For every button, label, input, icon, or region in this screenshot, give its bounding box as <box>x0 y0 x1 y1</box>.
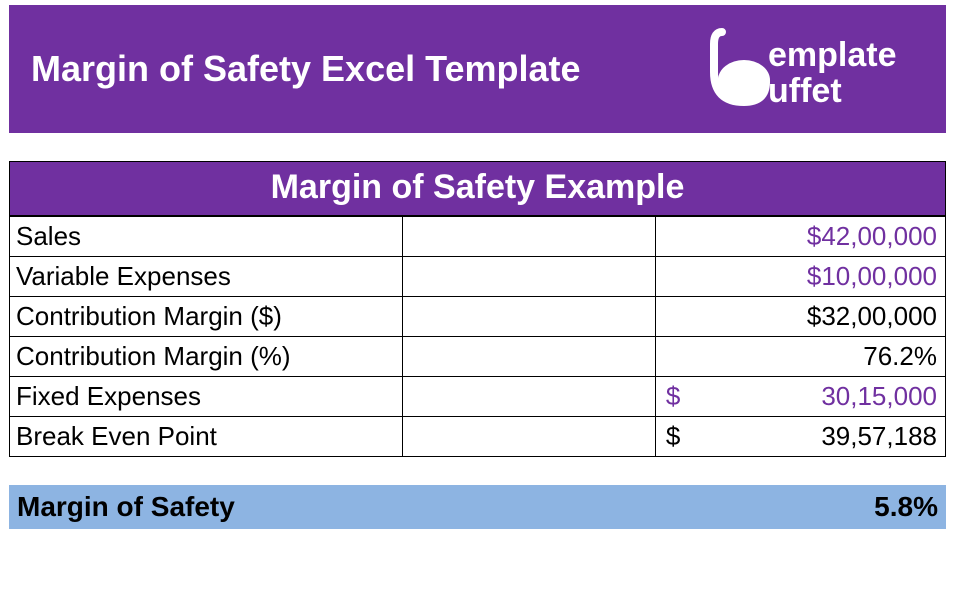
row-label: Sales <box>10 217 403 257</box>
row-mid <box>403 377 656 417</box>
row-value: 76.2% <box>655 337 945 377</box>
result-row: Margin of Safety 5.8% <box>9 485 946 529</box>
brand-logo: emplate uffet <box>704 24 924 114</box>
row-value: $ 30,15,000 <box>655 377 945 417</box>
table-row: Contribution Margin (%) 76.2% <box>10 337 946 377</box>
row-label: Contribution Margin (%) <box>10 337 403 377</box>
currency-number: 39,57,188 <box>821 421 937 452</box>
row-mid <box>403 337 656 377</box>
currency-symbol: $ <box>662 381 680 412</box>
table-row: Contribution Margin ($) $32,00,000 <box>10 297 946 337</box>
row-label: Break Even Point <box>10 417 403 457</box>
page-title: Margin of Safety Excel Template <box>31 48 581 90</box>
row-mid <box>403 217 656 257</box>
row-mid <box>403 417 656 457</box>
result-value: 5.8% <box>874 491 938 523</box>
row-mid <box>403 297 656 337</box>
svg-text:emplate: emplate <box>768 36 897 74</box>
table-row: Fixed Expenses $ 30,15,000 <box>10 377 946 417</box>
row-label: Contribution Margin ($) <box>10 297 403 337</box>
table-row: Variable Expenses $10,00,000 <box>10 257 946 297</box>
table-row: Break Even Point $ 39,57,188 <box>10 417 946 457</box>
row-mid <box>403 257 656 297</box>
result-label: Margin of Safety <box>17 491 235 523</box>
header-banner: Margin of Safety Excel Template emplate … <box>9 5 946 133</box>
svg-text:uffet: uffet <box>768 72 842 110</box>
currency-number: 30,15,000 <box>821 381 937 412</box>
currency-symbol: $ <box>662 421 680 452</box>
row-label: Fixed Expenses <box>10 377 403 417</box>
row-value: $32,00,000 <box>655 297 945 337</box>
table-title: Margin of Safety Example <box>9 161 946 216</box>
safety-table: Sales $42,00,000 Variable Expenses $10,0… <box>9 216 946 457</box>
table-row: Sales $42,00,000 <box>10 217 946 257</box>
row-value: $10,00,000 <box>655 257 945 297</box>
row-value: $42,00,000 <box>655 217 945 257</box>
data-table: Margin of Safety Example Sales $42,00,00… <box>9 161 946 457</box>
row-label: Variable Expenses <box>10 257 403 297</box>
row-value: $ 39,57,188 <box>655 417 945 457</box>
